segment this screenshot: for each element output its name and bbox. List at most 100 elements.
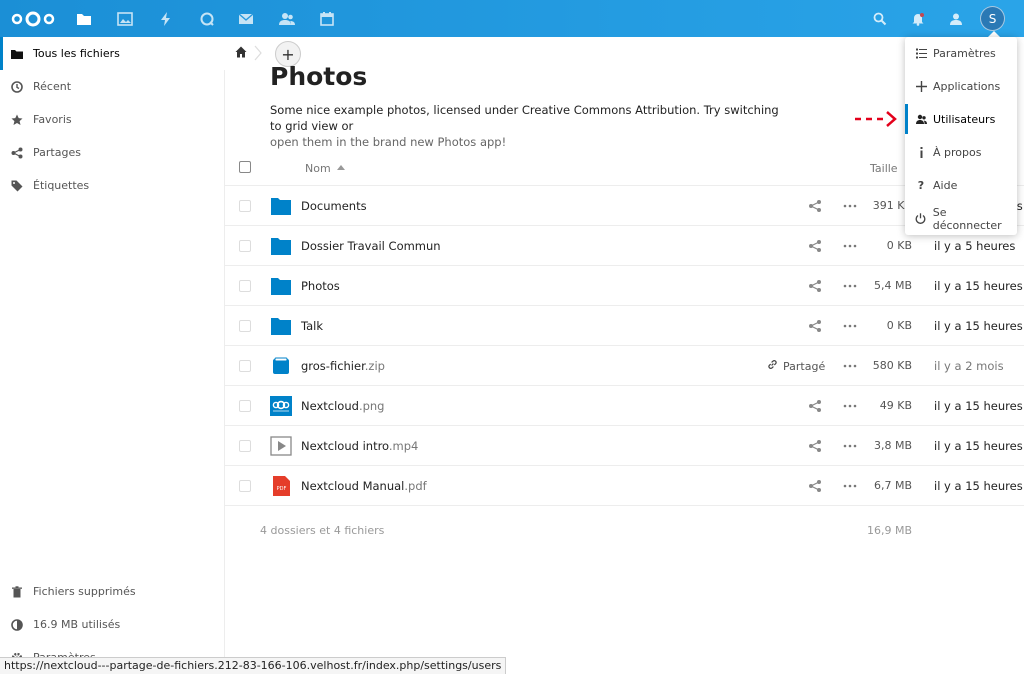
menu-item-users[interactable]: Utilisateurs — [905, 103, 1017, 136]
sidebar-item-favorites[interactable]: Favoris — [0, 103, 225, 136]
notifications-icon[interactable] — [904, 6, 932, 31]
file-row[interactable]: Nextcloud intro.mp4 3,8 MB il y a 15 heure… — [225, 426, 1024, 466]
column-name-header[interactable]: Nom — [305, 162, 331, 175]
home-icon[interactable] — [235, 46, 247, 58]
row-checkbox[interactable] — [239, 360, 251, 372]
folder-icon — [270, 315, 292, 337]
file-name[interactable]: Photos — [301, 279, 340, 293]
sidebar-item-all-files[interactable]: Tous les fichiers — [0, 37, 225, 70]
file-extension: .zip — [364, 359, 385, 373]
file-size: 0 KB — [886, 319, 912, 332]
quota-icon — [10, 618, 24, 632]
row-checkbox[interactable] — [239, 440, 251, 452]
file-name[interactable]: Dossier Travail Commun — [301, 239, 441, 253]
clock-icon — [10, 80, 24, 94]
share-icon[interactable] — [808, 399, 822, 413]
file-size: 3,8 MB — [873, 439, 912, 452]
column-size-header[interactable]: Taille — [870, 162, 898, 175]
calendar-icon[interactable] — [313, 6, 341, 31]
sidebar-item-shares[interactable]: Partages — [0, 136, 225, 169]
file-name[interactable]: Documents — [301, 199, 367, 213]
mail-icon[interactable] — [232, 6, 260, 31]
row-checkbox[interactable] — [239, 280, 251, 292]
user-avatar[interactable]: S — [980, 6, 1005, 31]
row-checkbox[interactable] — [239, 240, 251, 252]
share-icon[interactable] — [808, 239, 822, 253]
star-icon — [10, 113, 24, 127]
sidebar-item-label: 16.9 MB utilisés — [33, 618, 121, 631]
file-row[interactable]: Talk 0 KB il y a 15 heures — [225, 306, 1024, 346]
sort-asc-icon — [337, 165, 345, 170]
top-header: S — [0, 0, 1024, 37]
menu-item-settings[interactable]: Paramètres — [905, 37, 1017, 70]
nextcloud-logo[interactable] — [10, 9, 56, 29]
row-checkbox[interactable] — [239, 320, 251, 332]
file-name[interactable]: gros-fichier.zip — [301, 359, 385, 373]
annotation-arrow-icon — [855, 111, 897, 127]
sidebar-item-tags[interactable]: Étiquettes — [0, 169, 225, 202]
contacts-icon[interactable] — [273, 6, 301, 31]
file-basename: Talk — [301, 319, 324, 333]
file-modified-date: il y a 2 mois — [934, 359, 1004, 373]
file-name[interactable]: Nextcloud Manual.pdf — [301, 479, 427, 493]
settings-dropdown-menu: Paramètres Applications Utilisateurs À p… — [905, 37, 1017, 235]
file-row[interactable]: gros-fichier.zip Partagé 580 KB il y a 2 mo… — [225, 346, 1024, 386]
sidebar-item-recent[interactable]: Récent — [0, 70, 225, 103]
share-icon[interactable] — [808, 279, 822, 293]
files-icon[interactable] — [70, 6, 98, 31]
share-icon[interactable] — [808, 199, 822, 213]
file-basename: Dossier Travail Commun — [301, 239, 441, 253]
file-name[interactable]: Nextcloud intro.mp4 — [301, 439, 418, 453]
file-size: 5,4 MB — [873, 279, 912, 292]
photos-app-link[interactable]: open them in the brand new Photos app! — [270, 135, 506, 149]
info-icon — [915, 147, 927, 159]
description-text: Some nice example photos, licensed under… — [270, 103, 779, 133]
file-row[interactable]: PDF Nextcloud Manual.pdf 6,7 MB il y a 15 h… — [225, 466, 1024, 506]
file-summary-size: 16,9 MB — [866, 524, 912, 537]
file-row[interactable]: Photos 5,4 MB il y a 15 heures — [225, 266, 1024, 306]
select-all-checkbox[interactable] — [239, 161, 251, 173]
shared-indicator[interactable]: Partagé — [767, 359, 825, 373]
folder-description: Some nice example photos, licensed under… — [270, 102, 790, 150]
sidebar-item-trash[interactable]: Fichiers supprimés — [0, 575, 225, 608]
file-size: 6,7 MB — [873, 479, 912, 492]
file-modified-date: il y a 15 heures — [934, 439, 1023, 453]
talk-icon[interactable] — [193, 6, 221, 31]
menu-item-label: Applications — [933, 80, 1001, 93]
menu-item-label: Se déconnecter — [932, 205, 1002, 232]
menu-item-logout[interactable]: Se déconnecter — [905, 202, 1017, 235]
sidebar-item-label: Récent — [33, 80, 72, 93]
activity-icon[interactable] — [152, 6, 180, 31]
file-basename: Photos — [301, 279, 340, 293]
file-modified-date: il y a 5 heures — [934, 239, 1016, 253]
sidebar-item-label: Tous les fichiers — [33, 47, 120, 60]
file-name[interactable]: Nextcloud.png — [301, 399, 384, 413]
menu-item-label: Aide — [933, 179, 958, 192]
menu-item-help[interactable]: ? Aide — [905, 169, 1017, 202]
row-checkbox[interactable] — [239, 480, 251, 492]
file-extension: .png — [358, 399, 385, 413]
share-icon[interactable] — [808, 439, 822, 453]
trash-icon — [10, 585, 24, 599]
menu-item-label: À propos — [933, 146, 982, 159]
file-basename: Nextcloud — [301, 399, 359, 413]
sidebar-item-label: Étiquettes — [33, 179, 90, 192]
shared-label: Partagé — [783, 359, 826, 373]
photos-icon[interactable] — [111, 6, 139, 31]
file-name[interactable]: Talk — [301, 319, 323, 333]
sidebar-item-label: Partages — [33, 146, 81, 159]
row-checkbox[interactable] — [239, 400, 251, 412]
file-extension: .mp4 — [388, 439, 419, 453]
folder-icon — [10, 47, 24, 61]
row-checkbox[interactable] — [239, 200, 251, 212]
menu-item-about[interactable]: À propos — [905, 136, 1017, 169]
file-row[interactable]: Nextcloud.png 49 KB il y a 15 heures — [225, 386, 1024, 426]
search-icon[interactable] — [866, 6, 894, 31]
share-icon[interactable] — [808, 479, 822, 493]
video-file-icon — [270, 435, 292, 457]
file-modified-date: il y a 15 heures — [934, 479, 1023, 493]
share-icon[interactable] — [808, 319, 822, 333]
file-size: 391 KB — [872, 199, 912, 212]
menu-item-apps[interactable]: Applications — [905, 70, 1017, 103]
contacts-menu-icon[interactable] — [942, 6, 970, 31]
